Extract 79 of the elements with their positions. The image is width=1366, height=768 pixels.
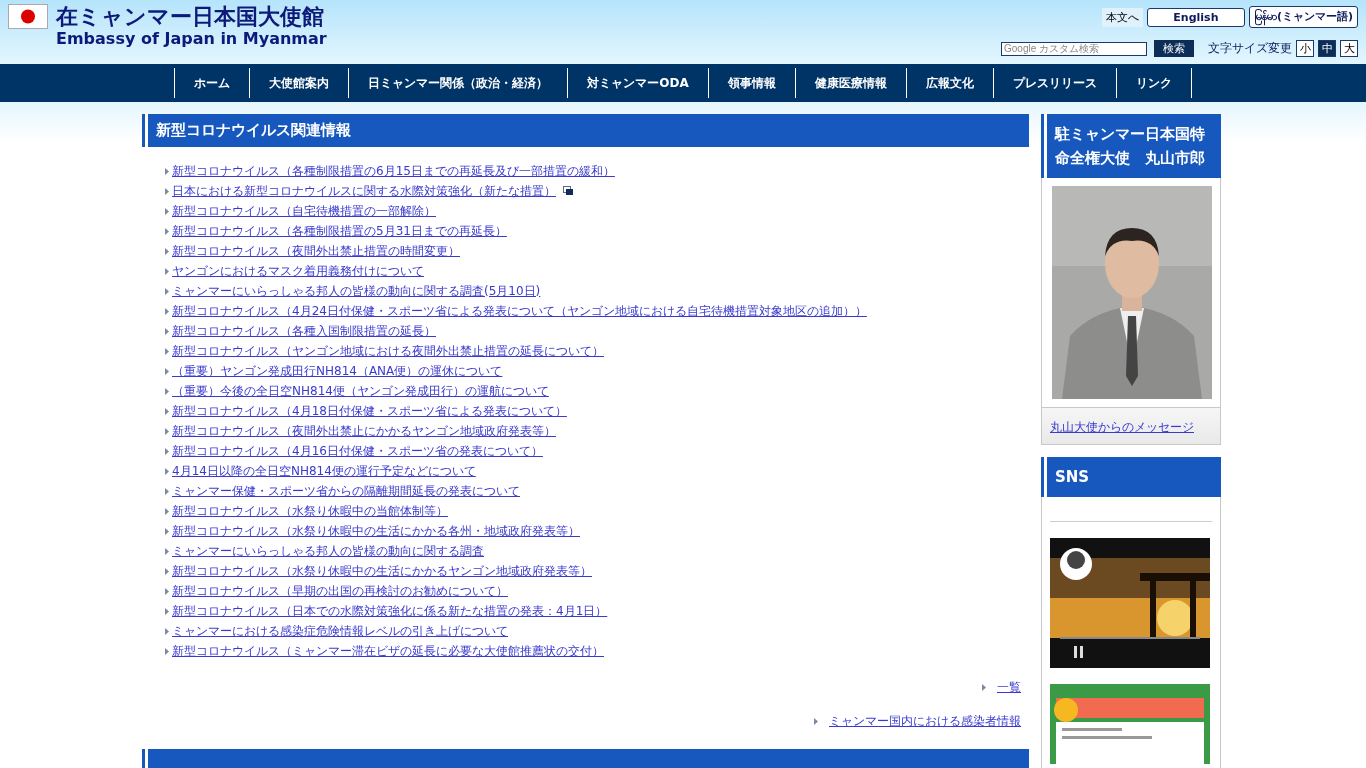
arrow-icon	[165, 187, 169, 195]
news-link[interactable]: ミャンマー保健・スポーツ省からの隔離期間延長の発表について	[172, 482, 520, 500]
nav-item[interactable]: 日ミャンマー関係（政治・経済）	[348, 68, 568, 98]
news-link[interactable]: ミャンマーにいらっしゃる邦人の皆様の動向に関する調査	[172, 542, 484, 560]
arrow-icon	[165, 387, 169, 395]
news-link[interactable]: 新型コロナウイルス（4月18日付保健・スポーツ省による発表について）	[172, 402, 567, 420]
nav-item[interactable]: 領事情報	[707, 68, 795, 98]
news-link[interactable]: 新型コロナウイルス（自宅待機措置の一部解除）	[172, 202, 436, 220]
news-link[interactable]: 4月14日以降の全日空NH814便の運行予定などについて	[172, 462, 476, 480]
language-button[interactable]: English	[1146, 7, 1245, 27]
news-link[interactable]: 新型コロナウイルス（4月24日付保健・スポーツ省による発表について（ヤンゴン地域における自宅待機措置対象地区の追加））	[172, 302, 867, 320]
arrow-icon	[165, 347, 169, 355]
arrow-icon	[165, 587, 169, 595]
news-link[interactable]: 新型コロナウイルス（ミャンマー滞在ビザの延長に必要な大使館推薦状の交付）	[172, 642, 604, 660]
news-link[interactable]: 新型コロナウイルス（水祭り休暇中の生活にかかる各州・地域政府発表等）	[172, 522, 580, 540]
news-link[interactable]: 新型コロナウイルス（ヤンゴン地域における夜間外出禁止措置の延長について）	[172, 342, 604, 360]
arrow-icon	[165, 507, 169, 515]
font-size-button[interactable]: 大	[1340, 40, 1358, 57]
arrow-icon	[165, 267, 169, 275]
arrow-icon	[165, 487, 169, 495]
arrow-icon	[982, 683, 986, 691]
arrow-icon	[165, 647, 169, 655]
news-link[interactable]: ミャンマーにいらっしゃる邦人の皆様の動向に関する調査(5月10日)	[172, 282, 541, 300]
news-link[interactable]: 新型コロナウイルス（早期の出国の再検討のお勧めについて）	[172, 582, 508, 600]
arrow-icon	[165, 567, 169, 575]
language-button[interactable]: မြန်မာ(ミャンマー語)	[1248, 6, 1358, 28]
news-link[interactable]: 新型コロナウイルス（夜間外出禁止措置の時間変更）	[172, 242, 460, 260]
nav-item[interactable]: 広報文化	[905, 68, 993, 98]
arrow-icon	[165, 467, 169, 475]
arrow-icon	[165, 447, 169, 455]
search-button[interactable]: 検索	[1154, 40, 1194, 57]
panel-heading: SNS	[1044, 457, 1221, 497]
news-link[interactable]: 日本における新型コロナウイルスに関する水際対策強化（新たな措置）	[172, 182, 556, 200]
news-link[interactable]: （重要）ヤンゴン発成田行NH814（ANA便）の運休について	[172, 362, 503, 380]
news-link[interactable]: 新型コロナウイルス（4月16日付保健・スポーツ省の発表について）	[172, 442, 543, 460]
news-link[interactable]: 新型コロナウイルス（夜間外出禁止にかかるヤンゴン地域政府発表等）	[172, 422, 556, 440]
arrow-icon	[165, 367, 169, 375]
arrow-icon	[165, 607, 169, 615]
arrow-icon	[165, 547, 169, 555]
nav-item[interactable]: 健康医療情報	[794, 68, 906, 98]
arrow-icon	[165, 427, 169, 435]
arrow-icon	[165, 247, 169, 255]
search-field[interactable]: Google カスタム検索	[1001, 41, 1147, 56]
arrow-icon	[165, 287, 169, 295]
nav-item[interactable]: ホーム	[174, 68, 250, 98]
arrow-icon	[814, 717, 818, 725]
news-link[interactable]: 新型コロナウイルス（各種入国制限措置の延長）	[172, 322, 436, 340]
arrow-icon	[165, 207, 169, 215]
arrow-icon	[165, 627, 169, 635]
site-title: 在ミャンマー日本国大使館	[56, 4, 325, 30]
more-link[interactable]: 一覧	[997, 678, 1021, 696]
arrow-icon	[165, 227, 169, 235]
site-subtitle: Embassy of Japan in Myanmar	[56, 30, 327, 48]
flag-icon	[8, 4, 48, 29]
font-size-label: 文字サイズ変更	[1208, 40, 1292, 57]
news-link[interactable]: 新型コロナウイルス（水祭り休暇中の当館体制等）	[172, 502, 448, 520]
news-link[interactable]: 新型コロナウイルス（日本での水際対策強化に係る新たな措置の発表：4月1日）	[172, 602, 608, 620]
arrow-icon	[165, 327, 169, 335]
nav-item[interactable]: プレスリリース	[992, 68, 1116, 98]
news-link[interactable]: 新型コロナウイルス（各種制限措置の5月31日までの再延長）	[172, 222, 507, 240]
skip-link[interactable]: 本文へ	[1101, 7, 1143, 27]
external-link-icon	[563, 186, 574, 196]
news-link[interactable]: （重要）今後の全日空NH814便（ヤンゴン発成田行）の運航について	[172, 382, 549, 400]
nav-item[interactable]: 大使館案内	[249, 68, 349, 98]
news-link[interactable]: 新型コロナウイルス（各種制限措置の6月15日までの再延長及び一部措置の緩和）	[172, 162, 615, 180]
arrow-icon	[165, 407, 169, 415]
news-link[interactable]: ヤンゴンにおけるマスク着用義務付けについて	[172, 262, 424, 280]
nav-item[interactable]: リンク	[1115, 68, 1192, 98]
arrow-icon	[165, 527, 169, 535]
panel-heading: 駐ミャンマー日本国特命全権大使 丸山市郎	[1044, 114, 1221, 178]
nav-item[interactable]: 対ミャンマーODA	[567, 68, 708, 98]
more-link[interactable]: ミャンマー国内における感染者情報	[829, 712, 1021, 730]
news-link[interactable]: 新型コロナウイルス（水祭り休暇中の生活にかかるヤンゴン地域政府発表等）	[172, 562, 592, 580]
font-size-button[interactable]: 中	[1318, 40, 1336, 57]
arrow-icon	[165, 307, 169, 315]
arrow-icon	[165, 167, 169, 175]
font-size-button[interactable]: 小	[1296, 40, 1314, 57]
news-link[interactable]: ミャンマーにおける感染症危険情報レベルの引き上げについて	[172, 622, 508, 640]
section-heading: 新型コロナウイルス関連情報	[145, 114, 1029, 147]
